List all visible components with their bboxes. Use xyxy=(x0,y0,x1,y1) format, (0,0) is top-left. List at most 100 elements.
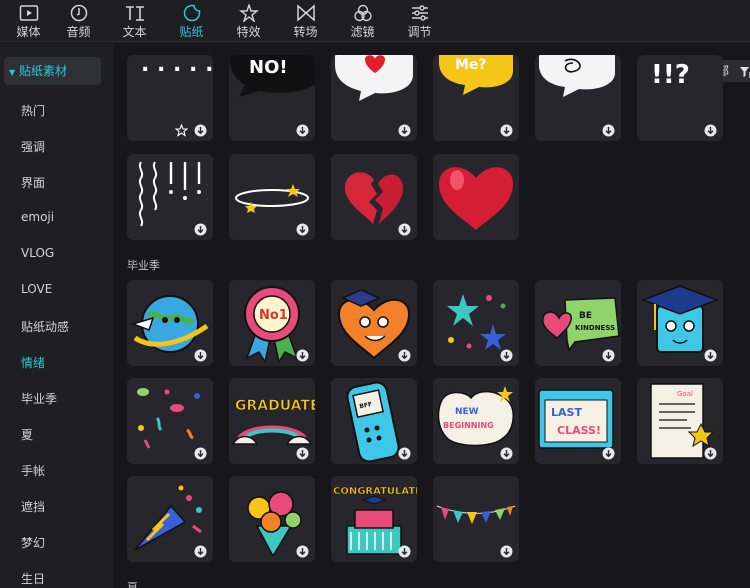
sticker-tile[interactable]: BE KINDNESS xyxy=(535,280,621,366)
download-icon[interactable] xyxy=(398,347,411,362)
download-icon[interactable] xyxy=(500,122,513,137)
svg-text:GRADUATE: GRADUATE xyxy=(235,398,315,414)
download-icon[interactable] xyxy=(398,122,411,137)
download-icon[interactable] xyxy=(194,347,207,362)
download-icon[interactable] xyxy=(602,445,615,460)
download-icon[interactable] xyxy=(296,221,309,236)
sticker-tile[interactable]: NO! xyxy=(229,55,315,141)
download-icon[interactable] xyxy=(296,445,309,460)
sidebar-item-mood[interactable]: 情绪 xyxy=(21,354,45,371)
download-icon[interactable] xyxy=(398,445,411,460)
sidebar-header-sticker-assets[interactable]: ▼ 贴纸素材 xyxy=(4,57,101,85)
sticker-tile[interactable]: NEW BEGINNING xyxy=(433,378,519,464)
audio-icon xyxy=(69,4,89,22)
download-icon[interactable] xyxy=(398,543,411,558)
sticker-tile[interactable]: BFF xyxy=(331,378,417,464)
sticker-tile[interactable] xyxy=(127,378,213,464)
sidebar-item-summer[interactable]: 夏 xyxy=(21,426,33,443)
tab-transitions[interactable]: 转场 xyxy=(277,0,334,42)
sidebar-item-birthday[interactable]: 生日 xyxy=(21,570,45,587)
sticker-category-sidebar: ▼ 贴纸素材 热门 强调 界面 emoji VLOG LOVE 贴纸动感 情绪 … xyxy=(0,43,113,588)
sticker-tile[interactable] xyxy=(331,280,417,366)
section-title-summer: 夏 xyxy=(127,581,138,588)
tab-filters-label: 滤镜 xyxy=(350,25,375,39)
sticker-tile[interactable] xyxy=(433,476,519,562)
svg-text:KINDNESS: KINDNESS xyxy=(575,324,615,332)
sticker-grid-panel: 全部 . . . . . NO! Me? xyxy=(113,43,750,588)
download-icon[interactable] xyxy=(398,221,411,236)
effects-icon xyxy=(238,2,259,24)
download-icon[interactable] xyxy=(500,543,513,558)
download-icon[interactable] xyxy=(194,122,207,137)
sticker-tile[interactable]: Me? xyxy=(433,55,519,141)
download-icon[interactable] xyxy=(296,122,309,137)
sidebar-item-emphasis[interactable]: 强调 xyxy=(21,138,45,155)
sidebar-item-vlog[interactable]: VLOG xyxy=(21,246,54,260)
tab-effects-label: 特效 xyxy=(236,25,261,39)
sticker-tile[interactable]: !!? xyxy=(637,55,723,141)
download-icon[interactable] xyxy=(500,445,513,460)
sidebar-item-cover[interactable]: 遮挡 xyxy=(21,498,45,515)
sticker-tile[interactable] xyxy=(127,280,213,366)
sticker-tile[interactable]: LAST CLASS! xyxy=(535,378,621,464)
sticker-tile[interactable] xyxy=(331,154,417,240)
download-icon[interactable] xyxy=(296,347,309,362)
favorite-star-icon[interactable] xyxy=(174,122,189,137)
sticker-icon xyxy=(182,4,202,22)
download-icon[interactable] xyxy=(500,347,513,362)
tab-effects[interactable]: 特效 xyxy=(220,0,277,42)
svg-text:. . . . .: . . . . . xyxy=(141,55,213,77)
tab-audio[interactable]: 音频 xyxy=(50,0,107,42)
download-icon[interactable] xyxy=(704,445,717,460)
download-icon[interactable] xyxy=(194,543,207,558)
sidebar-item-dreamy[interactable]: 梦幻 xyxy=(21,534,45,551)
section-title-graduation: 毕业季 xyxy=(127,259,160,272)
sticker-tile[interactable] xyxy=(331,55,417,141)
sidebar-item-love[interactable]: LOVE xyxy=(21,282,52,296)
tab-stickers[interactable]: 贴纸 xyxy=(163,0,220,42)
download-icon[interactable] xyxy=(602,122,615,137)
download-icon[interactable] xyxy=(704,122,717,137)
svg-text:BE: BE xyxy=(579,311,592,321)
sidebar-item-interface[interactable]: 界面 xyxy=(21,174,45,191)
tab-filters[interactable]: 滤镜 xyxy=(334,0,391,42)
sidebar-item-journal[interactable]: 手帐 xyxy=(21,462,45,479)
text-icon xyxy=(125,4,145,22)
download-icon[interactable] xyxy=(704,347,717,362)
svg-text:NEW: NEW xyxy=(455,407,479,417)
tab-text[interactable]: 文本 xyxy=(106,0,163,42)
sticker-tile[interactable] xyxy=(637,280,723,366)
svg-text:NO!: NO! xyxy=(249,57,288,78)
sidebar-item-graduation[interactable]: 毕业季 xyxy=(21,390,57,407)
svg-text:Goal: Goal xyxy=(677,390,693,398)
sticker-tile[interactable] xyxy=(229,154,315,240)
sticker-tile[interactable] xyxy=(433,154,519,240)
transition-icon xyxy=(296,4,316,22)
adjust-icon xyxy=(410,4,430,22)
download-icon[interactable] xyxy=(194,221,207,236)
download-icon[interactable] xyxy=(296,543,309,558)
sticker-tile[interactable] xyxy=(229,476,315,562)
sticker-tile[interactable]: CONGRATULATE xyxy=(331,476,417,562)
sticker-tile[interactable] xyxy=(127,476,213,562)
download-icon[interactable] xyxy=(602,347,615,362)
sticker-tile[interactable] xyxy=(127,154,213,240)
svg-text:No1: No1 xyxy=(259,308,288,323)
svg-text:BEGINNING: BEGINNING xyxy=(443,421,494,430)
sticker-tile[interactable]: No1 xyxy=(229,280,315,366)
tab-audio-label: 音频 xyxy=(66,25,91,39)
sticker-tile[interactable]: GRADUATE xyxy=(229,378,315,464)
sticker-tile[interactable] xyxy=(433,280,519,366)
tab-adjust-label: 调节 xyxy=(407,25,432,39)
sticker-red-heart-art xyxy=(439,167,513,230)
sidebar-item-hot[interactable]: 热门 xyxy=(21,102,45,119)
sticker-tile[interactable] xyxy=(535,55,621,141)
sticker-tile[interactable]: Goal xyxy=(637,378,723,464)
tab-adjust[interactable]: 调节 xyxy=(391,0,448,42)
tab-media[interactable]: 媒体 xyxy=(0,0,57,42)
download-icon[interactable] xyxy=(194,445,207,460)
sidebar-item-dynamic[interactable]: 贴纸动感 xyxy=(21,318,69,335)
sidebar-item-emoji[interactable]: emoji xyxy=(21,210,54,224)
media-icon xyxy=(19,4,39,22)
sticker-tile[interactable]: . . . . . xyxy=(127,55,213,141)
